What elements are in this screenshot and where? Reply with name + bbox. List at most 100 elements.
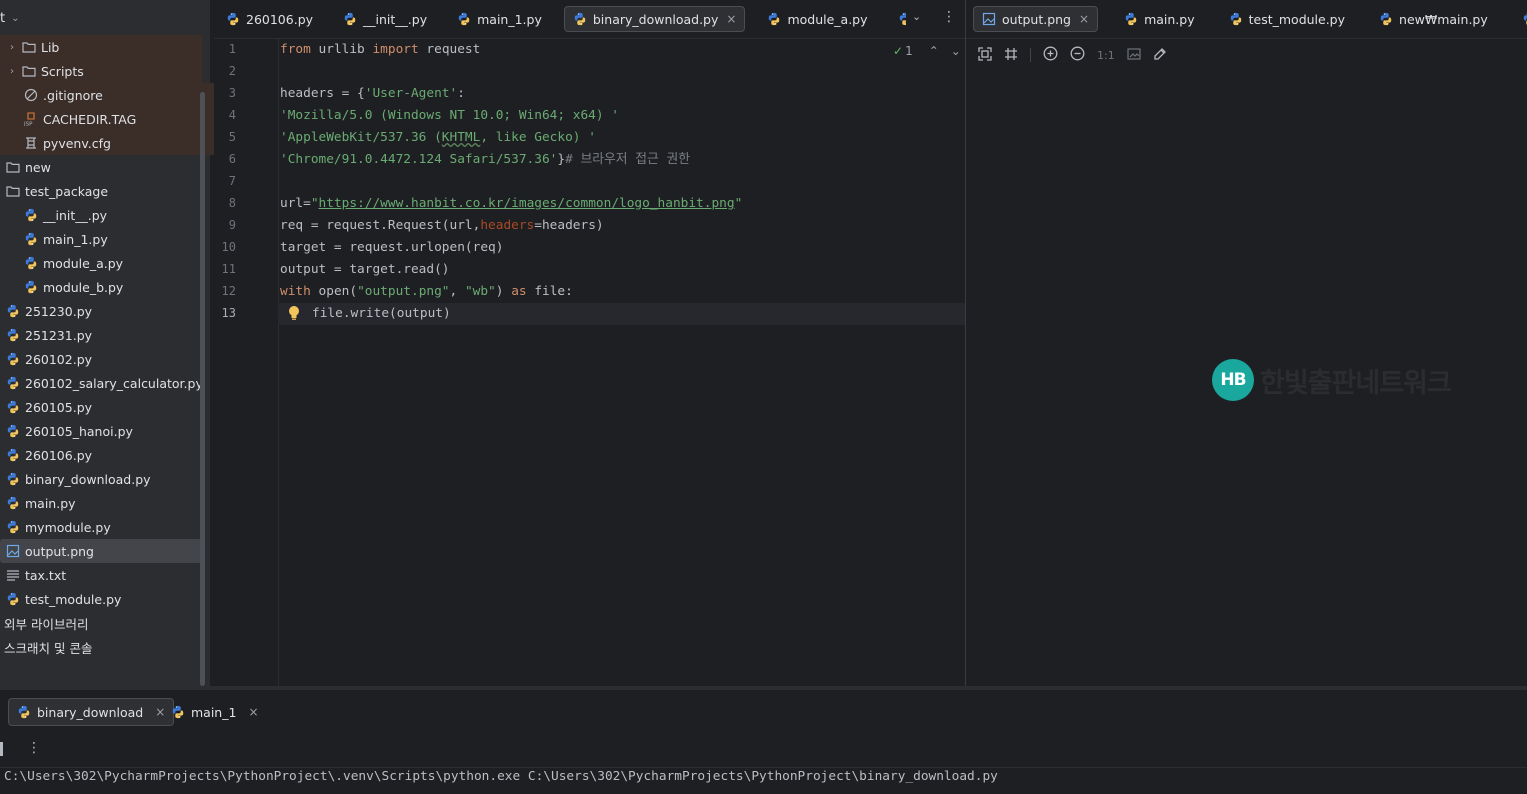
tree-item-gitignore[interactable]: .gitignore [0,83,220,107]
tree-item-init-py[interactable]: __init__.py [0,203,220,227]
code-line-12[interactable]: with open("output.png", "wb") as file: [280,281,573,303]
tree-item-module-a-py[interactable]: module_a.py [0,251,220,275]
tab-test-module-py[interactable]: test_module.py [1221,6,1353,32]
more-vertical-icon[interactable]: ⋮ [942,9,956,25]
tab-init-py[interactable]: __init__.py [335,6,435,32]
tree-item-스크래치-및-콘솔[interactable]: 스크래치 및 콘솔 [0,635,200,659]
zoom-in-icon[interactable] [1043,46,1058,64]
python-file-icon [6,520,20,534]
line-number: 13 [221,306,236,320]
python-file-icon [24,256,38,270]
code-line-10[interactable]: target = request.urlopen(req) [280,237,503,259]
tree-item-Scripts[interactable]: › Scripts [0,59,202,83]
tree-item-Lib[interactable]: › Lib [0,35,202,59]
tree-item-251230-py[interactable]: 251230.py [0,299,202,323]
code-line-5[interactable]: 'AppleWebKit/537.36 (KHTML, like Gecko) … [280,127,596,149]
tree-item-251231-py[interactable]: 251231.py [0,323,202,347]
tree-item-외부-라이브러리[interactable]: 외부 라이브러리 [0,611,200,635]
tree-item-260105-py[interactable]: 260105.py [0,395,202,419]
code-line-9[interactable]: req = request.Request(url,headers=header… [280,215,604,237]
tree-item-260102-py[interactable]: 260102.py [0,347,202,371]
image-toolbar: 1:1 [978,46,1167,64]
close-icon[interactable]: × [1079,12,1089,26]
grid-icon[interactable] [1004,47,1018,64]
tab-module-a-py[interactable]: module_a.py [759,6,875,32]
python-file-icon [767,12,781,26]
tab-binary-download-py[interactable]: binary_download.py × [563,6,746,32]
text-file-icon [6,568,20,582]
folder-icon [22,40,36,54]
tree-item-module-b-py[interactable]: module_b.py [0,275,220,299]
python-file-icon [6,400,20,414]
tree-item-test-package[interactable]: test_package [0,179,202,203]
actual-size-button[interactable]: 1:1 [1097,49,1115,62]
run-tab-main-1[interactable]: main_1 × [163,698,267,726]
fit-zoom-icon[interactable] [978,46,992,64]
line-number: 4 [228,108,236,122]
tree-item-tax-txt[interactable]: tax.txt [0,563,202,587]
python-file-icon [226,12,240,26]
chevron-down-icon[interactable]: ⌄ [951,44,961,58]
code-line-6[interactable]: 'Chrome/91.0.4472.124 Safari/537.36'}# 브… [280,149,690,171]
chevron-down-icon[interactable]: ⌄ [912,10,921,23]
tree-item-main-py[interactable]: main.py [0,491,202,515]
tree-item-label: 외부 라이브러리 [4,616,89,632]
tree-item-pyvenv-cfg[interactable]: pyvenv.cfg [0,131,220,155]
tree-item-main-1-py[interactable]: main_1.py [0,227,220,251]
tree-item-260105-hanoi-py[interactable]: 260105_hanoi.py [0,419,202,443]
python-file-icon [457,12,471,26]
project-header[interactable]: t ⌄ [0,6,20,30]
tree-item-260106-py[interactable]: 260106.py [0,443,202,467]
python-file-icon [343,12,357,26]
tab-new[interactable]: new₩ [1514,6,1527,32]
tab-new-main-py[interactable]: new₩main.py [1371,6,1496,32]
close-icon[interactable]: × [248,705,258,719]
tab-main-1-py[interactable]: main_1.py [449,6,550,32]
chevron-right-icon[interactable]: › [6,42,18,53]
zoom-out-icon[interactable] [1070,46,1085,64]
color-picker-icon[interactable] [1153,47,1167,64]
inspection-widget[interactable]: ✓ 1 ⌃ ⌄ [893,44,961,58]
project-name: t [0,10,6,26]
tab-label: new₩main.py [1399,11,1488,27]
tree-item-test-module-py[interactable]: test_module.py [0,587,202,611]
python-file-icon [6,496,20,510]
chevron-right-icon[interactable]: › [6,66,18,77]
stop-icon[interactable] [0,742,3,756]
check-icon: ✓ [893,44,904,58]
python-file-icon [1124,12,1138,26]
tree-item-label: 260102.py [25,351,93,367]
code-line-3[interactable]: headers = {'User-Agent': [280,83,465,105]
tab-output-png[interactable]: output.png × [973,6,1099,32]
toolbar-separator [1030,48,1031,62]
code-line-1[interactable]: from urllib import request [280,39,480,61]
close-icon[interactable]: × [726,12,736,26]
tree-item-mymodule-py[interactable]: mymodule.py [0,515,202,539]
background-icon[interactable] [1127,47,1141,64]
tab-260106-py[interactable]: 260106.py [218,6,321,32]
tree-item-label: .gitignore [43,87,103,103]
tab-main-py[interactable]: main.py [1116,6,1203,32]
tree-item-new[interactable]: new [0,155,202,179]
chevron-up-icon[interactable]: ⌃ [929,44,939,58]
tree-item-label: __init__.py [43,207,108,223]
tree-item-CACHEDIR-TAG[interactable]: JSP CACHEDIR.TAG [0,107,220,131]
tab-divider [966,38,1527,39]
more-vertical-icon[interactable]: ⋮ [27,740,41,756]
lightbulb-icon[interactable] [287,305,301,325]
code-line-11[interactable]: output = target.read() [280,259,450,281]
code-line-8[interactable]: url="https://www.hanbit.co.kr/images/com… [280,193,742,215]
folder-icon [22,64,36,78]
tree-item-label: mymodule.py [25,519,111,535]
svg-text:JSP: JSP [24,122,33,127]
line-number: 7 [228,174,236,188]
tree-item-binary-download-py[interactable]: binary_download.py [0,467,202,491]
sidebar-scrollbar[interactable] [200,92,205,686]
tab-mc[interactable]: mc [890,6,906,32]
tree-item-output-png[interactable]: output.png [0,539,202,563]
code-line-4[interactable]: 'Mozilla/5.0 (Windows NT 10.0; Win64; x6… [280,105,619,127]
code-line-13[interactable]: file.write(output) [312,303,451,325]
tree-item-260102-salary-calculator-py[interactable]: 260102_salary_calculator.py [0,371,203,395]
run-tab-binary-download[interactable]: binary_download × [8,698,175,726]
tree-item-label: CACHEDIR.TAG [43,111,137,127]
